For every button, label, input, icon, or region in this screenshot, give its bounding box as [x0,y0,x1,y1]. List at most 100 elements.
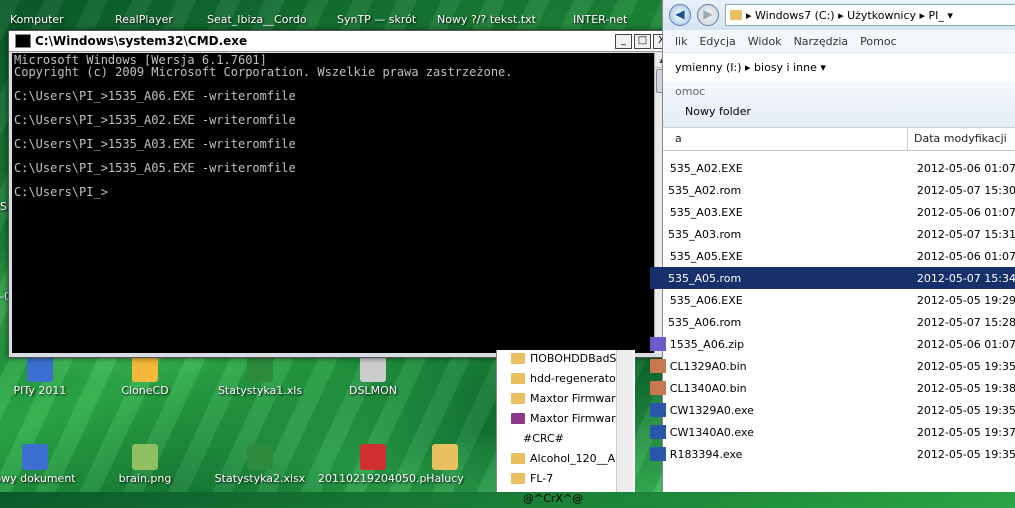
tree-item[interactable]: @^CrX^@ [511,488,583,508]
file-name: 1535_A06.zip [669,337,745,351]
file-date: 2012-05-05 19:35 [916,403,1015,417]
console-line: C:\Users\PI_>1535_A02.EXE -writeromfile [14,113,296,127]
file-name: CW1329A0.exe [669,403,754,417]
cmd-titlebar[interactable]: C:\Windows\system32\CMD.exe _ □ X [9,31,672,52]
cmd-console[interactable]: Microsoft Windows [Wersja 6.1.7601] Copyr… [12,53,655,353]
column-date-header[interactable]: Data modyfikacji [908,128,1015,150]
tree-item-label: hdd-regenerator [530,371,621,385]
file-date: 2012-05-06 01:07 [916,205,1015,219]
console-line: C:\Users\PI_>1535_A05.EXE -writeromfile [14,161,296,175]
tree-item[interactable]: ПOBOHDDBadSe [511,348,623,368]
file-row[interactable]: 535_A03.rom 2012-05-07 15:31 [650,223,1015,245]
desktop-icon[interactable]: INTER-net [573,13,673,26]
desktop-icon[interactable]: Komputer [10,13,110,26]
tree-item[interactable]: hdd-regenerator [511,368,620,388]
file-row[interactable]: CL1329A0.bin 2012-05-05 19:35 [650,355,1015,377]
file-date: 2012-05-07 15:28 [916,315,1015,329]
folder-icon [730,10,742,20]
file-date: 2012-05-05 19:35 [916,359,1015,373]
file-row[interactable]: 535_A03.EXE 2012-05-06 01:07 [650,201,1015,223]
tree-scrollbar[interactable] [616,350,633,492]
desktop-file-icon [27,356,53,382]
desktop-icon[interactable]: RealPlayer [115,13,215,26]
desktop-icon-label: CloneCD [121,384,169,397]
address-bar[interactable]: ▸ Windows7 (C:) ▸ Użytkownicy ▸ PI_ ▾ [725,4,1015,26]
folder-icon [511,352,525,364]
file-name: 535_A02.EXE [669,161,743,175]
desktop-icon[interactable]: brain.png [90,444,200,485]
maximize-button[interactable]: □ [634,33,651,49]
desktop-icon-label: Nowy ?/? tekst.txt [437,13,536,26]
folder-icon [511,472,525,484]
tree-item-label: Maxtor Firmware [530,411,623,425]
file-date: 2012-05-07 15:34 [916,271,1015,285]
file-row[interactable]: R183394.exe 2012-05-05 19:35 [650,443,1015,465]
back-arrow-icon[interactable]: ◀ [669,4,691,26]
desktop-icon[interactable]: PITy 2011 [0,356,95,397]
file-name: 535_A02.rom [667,183,742,197]
desktop-icon[interactable]: SynTP — skrót [337,13,437,26]
desktop-icon-label: Komputer [10,13,64,26]
desktop-icon[interactable]: DSLMON [318,356,428,397]
file-name: CL1329A0.bin [669,359,747,373]
menu-item[interactable]: Edycja [699,35,735,48]
file-name: 535_A05.rom [667,271,742,285]
desktop-icon-label: DSLMON [349,384,397,397]
desktop-icon-label: Statystyka1.xls [217,384,303,397]
tree-item[interactable]: Maxtor Firmware [511,408,622,428]
tree-item[interactable]: Alcohol_120__Al [511,448,618,468]
file-date: 2012-05-06 01:07 [916,337,1015,351]
file-name: 535_A06.rom [667,315,742,329]
file-row[interactable]: 535_A06.EXE 2012-05-05 19:29 [650,289,1015,311]
file-row[interactable]: CW1340A0.exe 2012-05-05 19:37 [650,421,1015,443]
desktop-icon[interactable]: Statystyka1.xls [205,356,315,397]
forward-arrow-icon[interactable]: ▶ [697,4,719,26]
file-row[interactable]: 535_A02.EXE 2012-05-06 01:07 [650,157,1015,179]
desktop-icon[interactable]: Halucy [410,444,480,485]
console-line: C:\Users\PI_>1535_A03.EXE -writeromfile [14,137,296,151]
menu-item[interactable]: lik [675,35,687,48]
address-path: ▸ Windows7 (C:) ▸ Użytkownicy ▸ PI_ ▾ [746,8,953,22]
tree-item-label: ПOBOHDDBadSe [530,351,624,365]
file-row[interactable]: CL1340A0.bin 2012-05-05 19:38 [650,377,1015,399]
console-line: C:\Users\PI_>1535_A06.EXE -writeromfile [14,89,296,103]
location-bar[interactable]: ymienny (I:) ▸ biosy i inne ▾ [663,53,1015,81]
file-date: 2012-05-06 01:07 [916,249,1015,263]
menu-item[interactable]: Narzędzia [794,35,849,48]
file-row[interactable]: CW1329A0.exe 2012-05-05 19:35 [650,399,1015,421]
desktop-file-icon [132,444,158,470]
cmd-title: C:\Windows\system32\CMD.exe [35,34,248,48]
desktop-icon-label: Halucy [426,472,464,485]
tree-item-label: #CRC# [523,431,564,445]
menu-item[interactable]: Pomoc [860,35,896,48]
file-row[interactable]: 535_A02.rom 2012-05-07 15:30 [650,179,1015,201]
file-name: 535_A03.EXE [669,205,743,219]
folder-icon [511,452,525,464]
cmd-window[interactable]: C:\Windows\system32\CMD.exe _ □ X Micros… [8,30,673,358]
desktop-icon[interactable]: Statystyka2.xlsx [205,444,315,485]
desktop-icon[interactable]: CloneCD [90,356,200,397]
file-row[interactable]: 535_A05.EXE 2012-05-06 01:07 [650,245,1015,267]
tree-item-label: @^CrX^@ [523,491,584,505]
new-folder-button[interactable]: Nowy folder [685,105,751,118]
desktop-file-icon [247,356,273,382]
tree-item[interactable]: FL-7 [511,468,553,488]
file-row[interactable]: 1535_A06.zip 2012-05-06 01:07 [650,333,1015,355]
column-name-header[interactable]: a [663,128,908,150]
desktop-icon-label: owy dokument [0,472,76,485]
tree-item[interactable]: #CRC# [511,428,564,448]
file-row[interactable]: 535_A06.rom 2012-05-07 15:28 [650,311,1015,333]
file-row[interactable]: 535_A05.rom 2012-05-07 15:34 [650,267,1015,289]
tree-item[interactable]: Maxtor Firmware [511,388,622,408]
menu-item[interactable]: Widok [748,35,782,48]
location-path: ymienny (I:) ▸ biosy i inne ▾ [675,60,826,74]
desktop-icon-label: PITy 2011 [13,384,67,397]
file-name: CW1340A0.exe [669,425,754,439]
file-icon [650,359,666,373]
desktop-icon[interactable]: owy dokument [0,444,90,485]
minimize-button[interactable]: _ [615,33,632,49]
help-button[interactable]: omoc [675,85,705,98]
desktop-icon[interactable]: Nowy ?/? tekst.txt [437,13,537,26]
desktop-icon[interactable]: Seat_Ibiza__Cordo... [207,13,307,26]
